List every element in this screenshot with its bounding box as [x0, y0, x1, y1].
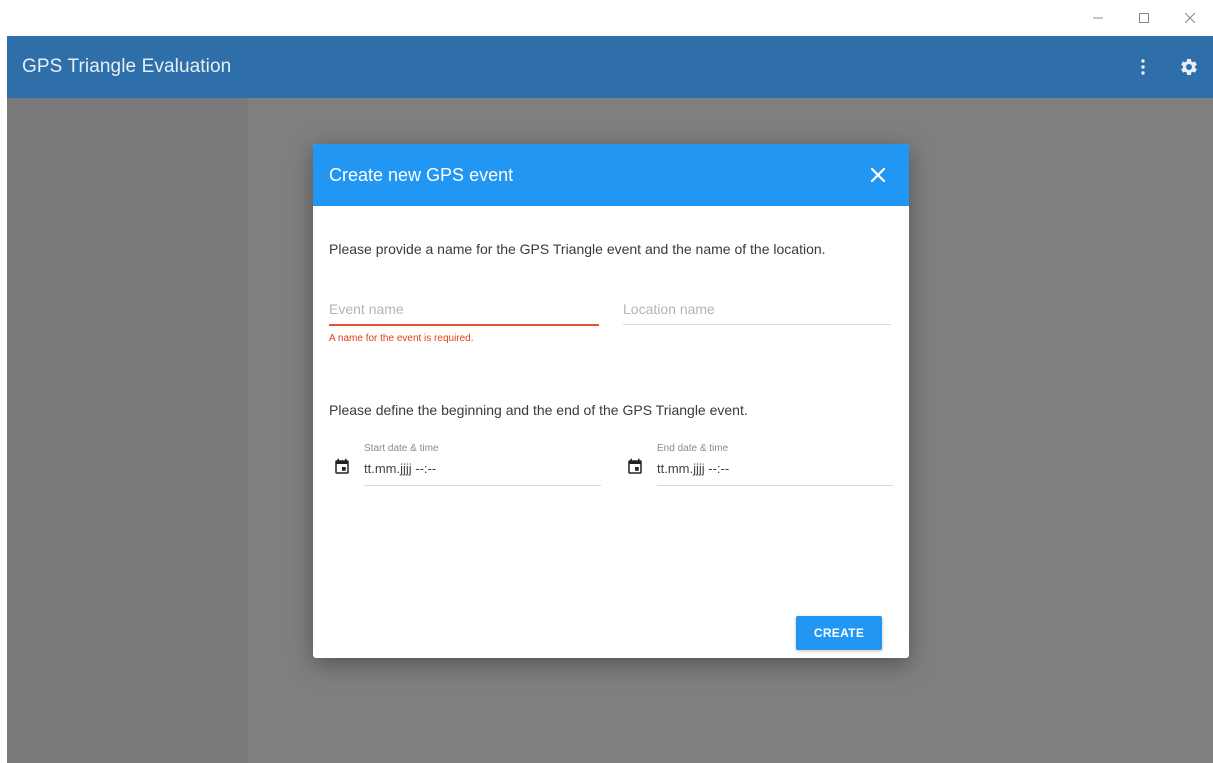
- name-instructions: Please provide a name for the GPS Triang…: [329, 241, 826, 257]
- start-date-input[interactable]: tt.mm.jjjj --:--: [364, 458, 601, 480]
- window-controls: [1075, 0, 1213, 36]
- location-name-underline: [623, 324, 891, 325]
- create-button[interactable]: CREATE: [796, 616, 882, 650]
- window-close-button[interactable]: [1167, 0, 1213, 36]
- settings-button[interactable]: [1177, 55, 1201, 79]
- dialog-close-button[interactable]: [867, 164, 889, 186]
- event-name-field: A name for the event is required.: [329, 298, 599, 344]
- end-date-underline: [657, 485, 893, 486]
- window-titlebar: [7, 0, 1213, 36]
- end-date-input[interactable]: tt.mm.jjjj --:--: [657, 458, 893, 480]
- start-date-label: Start date & time: [364, 443, 439, 454]
- app-title: GPS Triangle Evaluation: [22, 56, 232, 77]
- location-name-field: [623, 298, 891, 325]
- minimize-icon: [1093, 17, 1103, 19]
- event-name-error: A name for the event is required.: [329, 333, 474, 344]
- calendar-icon[interactable]: [331, 456, 353, 478]
- gear-icon: [1181, 58, 1197, 75]
- date-instructions: Please define the beginning and the end …: [329, 402, 748, 418]
- more-vert-icon: [1141, 59, 1145, 75]
- close-icon: [1185, 13, 1195, 23]
- start-date-underline: [364, 485, 601, 486]
- calendar-icon[interactable]: [624, 456, 646, 478]
- event-name-input[interactable]: [329, 298, 599, 320]
- minimize-button[interactable]: [1075, 0, 1121, 36]
- dialog-title: Create new GPS event: [329, 164, 514, 185]
- end-date-label: End date & time: [657, 443, 729, 454]
- maximize-icon: [1139, 13, 1149, 23]
- app-bar: GPS Triangle Evaluation: [7, 36, 1213, 98]
- app-bar-actions: [1131, 36, 1201, 98]
- end-date-column: End date & time tt.mm.jjjj --:--: [657, 442, 893, 486]
- close-icon: [871, 168, 885, 182]
- start-date-column: Start date & time tt.mm.jjjj --:--: [364, 442, 601, 486]
- location-name-input[interactable]: [623, 298, 891, 320]
- create-event-dialog: Create new GPS event Please provide a na…: [313, 144, 909, 658]
- more-menu-button[interactable]: [1131, 55, 1155, 79]
- dialog-header: Create new GPS event: [313, 144, 909, 206]
- event-name-underline: [329, 324, 599, 326]
- start-date-field: Start date & time tt.mm.jjjj --:--: [331, 442, 601, 486]
- end-date-field: End date & time tt.mm.jjjj --:--: [624, 442, 893, 486]
- maximize-button[interactable]: [1121, 0, 1167, 36]
